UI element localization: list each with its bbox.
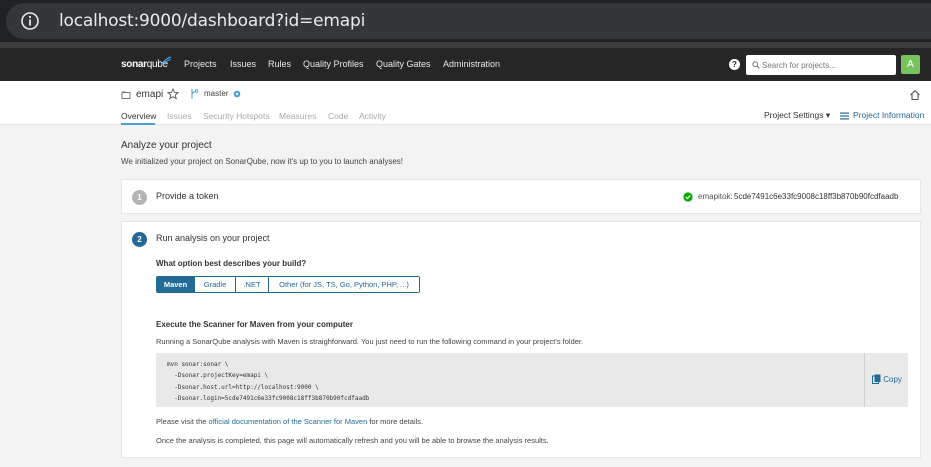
step-number: 2 [132, 232, 147, 247]
build-question: What option best describes your build? [156, 259, 307, 268]
step-provide-token: 1 Provide a token emapitok: 5cde7491c6e3… [121, 179, 921, 214]
search-box[interactable] [746, 55, 896, 75]
top-navigation: sonarqube Projects Issues Rules Quality … [0, 48, 931, 81]
option-other-button[interactable]: Other (for JS, TS, Go, Python, PHP, ...) [269, 277, 419, 292]
project-name[interactable]: emapi [136, 89, 163, 100]
home-icon[interactable] [909, 89, 921, 101]
divider [864, 353, 865, 407]
analysis-note: Once the analysis is completed, this pag… [156, 436, 549, 445]
tab-overview[interactable]: Overview [121, 111, 156, 121]
project-icon [121, 91, 131, 99]
project-settings-menu[interactable]: Project Settings ▾ [764, 110, 830, 121]
option-dotnet-button[interactable]: .NET [236, 277, 269, 292]
token-value: 5cde7491c6e33fc9008c18ff3b870b90fcdfaadb [734, 192, 899, 201]
page-title: Analyze your project [121, 140, 212, 151]
scanner-heading: Execute the Scanner for Maven from your … [156, 320, 353, 329]
project-information-link[interactable]: Project Information [853, 110, 924, 120]
copy-icon [872, 374, 881, 384]
tab-issues[interactable]: Issues [167, 111, 192, 121]
avatar[interactable]: A [901, 55, 920, 74]
scanner-description: Running a SonarQube analysis with Maven … [156, 337, 584, 346]
logo-wave-icon [160, 56, 172, 66]
token-name: emapitok: [698, 192, 733, 201]
command-snippet: mvn sonar:sonar \ -Dsonar.projectKey=ema… [156, 353, 908, 407]
star-icon[interactable] [167, 88, 179, 100]
branch-icon [191, 89, 199, 99]
nav-quality-gates[interactable]: Quality Gates [376, 59, 431, 69]
tab-activity[interactable]: Activity [359, 111, 386, 121]
nav-quality-profiles[interactable]: Quality Profiles [303, 59, 364, 69]
tab-measures[interactable]: Measures [279, 111, 316, 121]
option-maven-button[interactable]: Maven [157, 277, 195, 292]
step-run-analysis: 2 Run analysis on your project What opti… [121, 221, 921, 458]
help-icon[interactable]: ? [729, 59, 740, 70]
command-text[interactable]: mvn sonar:sonar \ -Dsonar.projectKey=ema… [167, 359, 369, 405]
info-icon[interactable] [20, 11, 40, 31]
url-text[interactable]: localhost:9000/dashboard?id=emapi [59, 11, 365, 31]
scanner-docs-link[interactable]: official documentation of the Scanner fo… [209, 417, 368, 426]
browser-address-bar: localhost:9000/dashboard?id=emapi [0, 0, 931, 42]
build-option-group: Maven Gradle .NET Other (for JS, TS, Go,… [156, 276, 420, 293]
nav-projects[interactable]: Projects [184, 59, 217, 69]
option-gradle-button[interactable]: Gradle [195, 277, 236, 292]
documentation-note: Please visit the official documentation … [156, 417, 424, 426]
check-circle-icon [683, 192, 693, 202]
branch-name[interactable]: master [204, 89, 228, 98]
list-icon [840, 112, 849, 120]
tab-security-hotspots[interactable]: Security Hotspots [203, 111, 270, 121]
page-subtitle: We initialized your project on SonarQube… [121, 157, 403, 166]
step-title: Run analysis on your project [156, 233, 270, 243]
active-tab-indicator [121, 123, 155, 125]
nav-administration[interactable]: Administration [443, 59, 500, 69]
tab-code[interactable]: Code [328, 111, 348, 121]
step-title: Provide a token [156, 191, 219, 201]
branch-settings-icon[interactable] [233, 90, 241, 98]
copy-button[interactable]: Copy [872, 374, 902, 384]
search-input[interactable] [762, 58, 892, 72]
nav-issues[interactable]: Issues [230, 59, 256, 69]
nav-rules[interactable]: Rules [268, 59, 291, 69]
search-icon [752, 61, 760, 69]
chevron-down-icon: ▾ [825, 110, 831, 120]
step-number: 1 [132, 190, 147, 205]
url-field[interactable]: localhost:9000/dashboard?id=emapi [6, 3, 931, 39]
project-header: emapi master Overview Issues Security Ho… [0, 81, 931, 125]
